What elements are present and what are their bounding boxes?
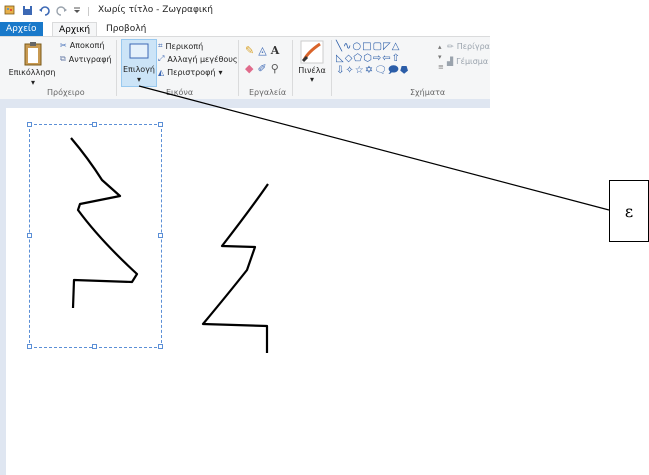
paste-label: Επικόλληση: [8, 68, 56, 77]
tab-home[interactable]: Αρχική: [52, 22, 98, 36]
selection-handle[interactable]: [27, 233, 32, 238]
cut-label: Αποκοπή: [69, 41, 105, 50]
fill-button[interactable]: ▟ Γέμισμα: [447, 57, 488, 66]
selection-handle[interactable]: [158, 344, 163, 349]
fill-bucket-icon: ▟: [447, 57, 454, 66]
text-tool-icon[interactable]: A: [271, 44, 280, 57]
separator: [238, 40, 239, 96]
select-button[interactable]: Επιλογή ▾: [121, 39, 157, 87]
tools-row-1: ✎ ◬ A: [245, 44, 279, 57]
selection-handle[interactable]: [92, 122, 97, 127]
outline-icon: ✏: [447, 42, 454, 51]
select-label: Επιλογή: [122, 65, 155, 74]
paste-button[interactable]: [22, 41, 44, 67]
selection-handle[interactable]: [27, 122, 32, 127]
separator: [331, 40, 332, 96]
tab-view[interactable]: Προβολή: [100, 22, 152, 36]
rotate-button[interactable]: ◭ Περιστροφή ▾: [158, 68, 223, 77]
shapes-row-3[interactable]: ⇩✧☆✡🗨🗩⯂: [336, 65, 436, 77]
rotate-dropdown-icon: ▾: [218, 68, 223, 77]
rotate-icon: ◭: [158, 68, 165, 77]
selection-handle[interactable]: [158, 233, 163, 238]
shapes-group-label: Σχήματα: [410, 88, 446, 97]
shapes-gallery[interactable]: ╲∿○□▢◸△ ◺◇⬠⬡⇨⇦⇧ ⇩✧☆✡🗨🗩⯂: [336, 41, 436, 77]
title-separator: |: [87, 6, 91, 17]
shapes-scroll[interactable]: ▴ ▾ ≡: [438, 42, 444, 72]
crop-icon: ⌗: [158, 41, 163, 50]
window-title: Χωρίς τίτλο - Ζωγραφική: [98, 5, 213, 15]
crop-button[interactable]: ⌗ Περικοπή: [158, 41, 203, 51]
ribbon: Επικόλληση ▾ ✂ Αποκοπή ⧉ Αντιγραφή Πρόχε…: [0, 36, 490, 100]
shapes-row-2[interactable]: ◺◇⬠⬡⇨⇦⇧: [336, 53, 436, 65]
clipboard-icon: [24, 42, 42, 66]
annotation-label: ε: [624, 201, 634, 221]
color-picker-icon[interactable]: ✐: [257, 62, 266, 75]
selection-rectangle[interactable]: [29, 124, 162, 348]
brushes-dropdown-icon[interactable]: ▾: [297, 75, 327, 84]
selection-handle[interactable]: [92, 344, 97, 349]
brush-icon: [300, 40, 324, 64]
tools-group-label: Εργαλεία: [249, 88, 287, 97]
brushes-label: Πινέλα: [298, 66, 326, 75]
redo-icon[interactable]: [56, 5, 67, 19]
customize-qat-icon[interactable]: [73, 5, 81, 18]
magnifier-icon[interactable]: ⚲: [271, 62, 279, 75]
annotation-label-box: ε: [609, 180, 649, 242]
tools-row-2: ◆ ✐ ⚲: [245, 62, 279, 75]
eraser-icon[interactable]: ◆: [245, 62, 253, 75]
resize-icon: ⤢: [158, 54, 165, 63]
quick-access-toolbar: |: [4, 4, 90, 19]
image-group-label: Εικόνα: [166, 88, 194, 97]
resize-label: Αλλαγή μεγέθους: [167, 54, 238, 64]
scissors-icon: ✂: [60, 41, 67, 50]
separator: [116, 40, 117, 96]
crop-label: Περικοπή: [165, 41, 204, 51]
separator: [292, 40, 293, 96]
pencil-icon[interactable]: ✎: [245, 44, 254, 57]
rotate-label: Περιστροφή: [167, 68, 216, 77]
ribbon-tabs: Αρχείο Αρχική Προβολή: [0, 22, 490, 36]
brushes-button[interactable]: Πινέλα ▾: [297, 40, 327, 86]
tab-file[interactable]: Αρχείο: [0, 22, 43, 36]
selection-handle[interactable]: [158, 122, 163, 127]
copy-button[interactable]: ⧉ Αντιγραφή: [60, 54, 112, 64]
clipboard-group-label: Πρόχειρο: [47, 88, 85, 97]
copy-icon: ⧉: [60, 54, 66, 63]
cut-button[interactable]: ✂ Αποκοπή: [60, 41, 104, 50]
resize-button[interactable]: ⤢ Αλλαγή μεγέθους: [158, 54, 238, 64]
fill-icon[interactable]: ◬: [258, 44, 266, 57]
outline-button[interactable]: ✏ Περίγρα: [447, 42, 490, 51]
outline-label: Περίγρα: [456, 42, 490, 51]
fill-label: Γέμισμα: [456, 57, 489, 66]
copy-label: Αντιγραφή: [68, 54, 112, 64]
select-dropdown-icon[interactable]: ▾: [122, 75, 156, 84]
paste-dropdown-icon[interactable]: ▾: [28, 78, 38, 87]
paint-app-icon: [4, 4, 16, 19]
title-bar: | Χωρίς τίτλο - Ζωγραφική: [0, 0, 490, 22]
select-rect-icon: [129, 43, 149, 59]
shapes-row-1[interactable]: ╲∿○□▢◸△: [336, 41, 436, 53]
undo-icon[interactable]: [39, 5, 50, 19]
selection-handle[interactable]: [27, 344, 32, 349]
save-icon[interactable]: [22, 5, 33, 19]
